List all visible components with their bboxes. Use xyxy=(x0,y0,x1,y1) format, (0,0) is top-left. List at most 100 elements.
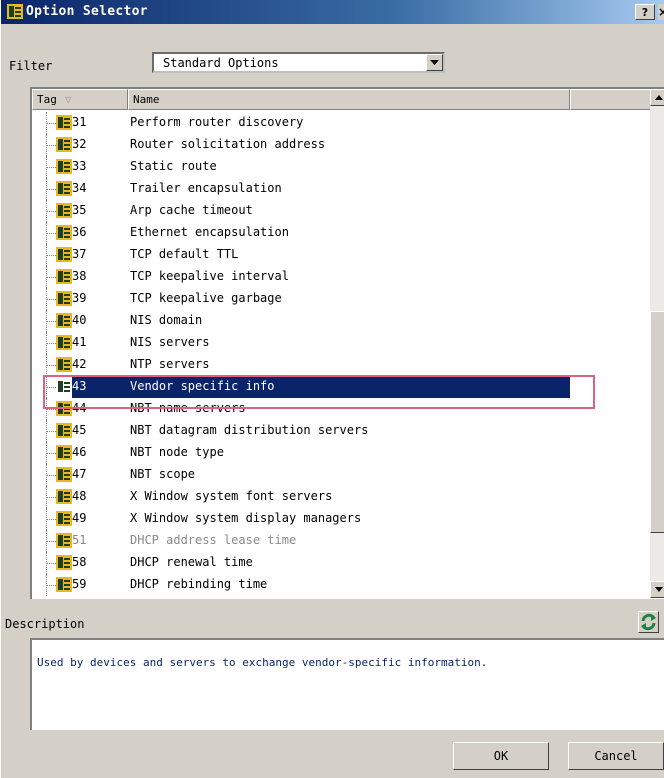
dropdown-arrow-button[interactable] xyxy=(426,54,443,71)
option-icon xyxy=(56,423,72,438)
row-tag: 41 xyxy=(72,335,87,349)
scroll-thumb[interactable] xyxy=(650,311,664,533)
row-tag: 34 xyxy=(72,181,87,195)
list-row[interactable]: 38 TCP keepalive interval xyxy=(32,266,652,288)
list-row[interactable]: 40 NIS domain xyxy=(32,310,652,332)
vertical-scrollbar[interactable] xyxy=(650,89,664,598)
list-row[interactable]: 35 Arp cache timeout xyxy=(32,200,652,222)
list-row[interactable]: 44 NBT name servers xyxy=(32,398,652,420)
list-row[interactable]: 43 Vendor specific info xyxy=(32,376,652,398)
row-name: NBT node type xyxy=(130,445,224,459)
window-title: Option Selector xyxy=(26,4,148,19)
list-row[interactable]: 32 Router solicitation address xyxy=(32,134,652,156)
column-header-tag[interactable]: Tag ▽ xyxy=(32,89,128,110)
row-tag: 35 xyxy=(72,203,87,217)
row-name: NIS servers xyxy=(130,335,210,349)
tree-line xyxy=(46,398,56,420)
row-tag: 45 xyxy=(72,423,87,437)
close-icon[interactable]: × xyxy=(658,4,664,20)
option-icon xyxy=(56,335,72,350)
row-name: Vendor specific info xyxy=(130,379,275,393)
option-icon xyxy=(56,533,72,548)
row-name: TCP keepalive garbage xyxy=(130,291,282,305)
list-row[interactable]: 36 Ethernet encapsulation xyxy=(32,222,652,244)
row-name: X Window system display managers xyxy=(130,511,362,525)
list-row[interactable]: 39 TCP keepalive garbage xyxy=(32,288,652,310)
option-icon xyxy=(56,181,72,196)
row-name: X Window system font servers xyxy=(130,489,333,503)
tree-line xyxy=(46,464,56,486)
row-name: DHCP rebinding time xyxy=(130,577,268,591)
tree-line xyxy=(46,244,56,266)
list-row[interactable]: 45 NBT datagram distribution servers xyxy=(32,420,652,442)
list-row[interactable]: 47 NBT scope xyxy=(32,464,652,486)
filter-value: Standard Options xyxy=(163,56,279,70)
list-row[interactable]: 46 NBT node type xyxy=(32,442,652,464)
help-button[interactable]: ? xyxy=(635,4,655,20)
ok-button[interactable]: OK xyxy=(453,742,549,770)
scroll-up-button[interactable] xyxy=(650,89,664,106)
list-row[interactable]: 31 Perform router discovery xyxy=(32,112,652,134)
option-icon xyxy=(7,4,23,19)
row-name: Static route xyxy=(130,159,217,173)
tree-line xyxy=(46,178,56,200)
tree-line xyxy=(46,530,56,552)
tree-line xyxy=(46,266,56,288)
row-name: DHCP renewal time xyxy=(130,555,253,569)
option-icon xyxy=(56,445,72,460)
option-icon xyxy=(56,269,72,284)
row-tag: 36 xyxy=(72,225,87,239)
column-header-name[interactable]: Name xyxy=(128,89,570,110)
row-tag: 42 xyxy=(72,357,87,371)
arrow-down-icon xyxy=(655,587,663,592)
list-row[interactable]: 48 X Window system font servers xyxy=(32,486,652,508)
option-icon xyxy=(56,489,72,504)
filter-select[interactable]: Standard Options xyxy=(152,52,445,73)
option-icon xyxy=(56,577,72,592)
scroll-down-button[interactable] xyxy=(650,581,664,598)
tree-line xyxy=(46,508,56,530)
row-tag: 39 xyxy=(72,291,87,305)
row-tag: 47 xyxy=(72,467,87,481)
list-row[interactable]: 42 NTP servers xyxy=(32,354,652,376)
column-header-tag-label: Tag xyxy=(37,93,57,106)
tree-line xyxy=(46,442,56,464)
row-tag: 43 xyxy=(72,379,87,393)
tree-line xyxy=(46,574,56,596)
row-name: Arp cache timeout xyxy=(130,203,253,217)
refresh-button[interactable] xyxy=(638,611,659,633)
list-row[interactable]: 37 TCP default TTL xyxy=(32,244,652,266)
list-row[interactable]: 33 Static route xyxy=(32,156,652,178)
row-name: NBT scope xyxy=(130,467,196,481)
tree-line xyxy=(46,486,56,508)
option-icon xyxy=(56,555,72,570)
option-icon xyxy=(56,225,72,240)
options-list[interactable]: Tag ▽ Name 31 Perform router discovery 32 Ro… xyxy=(30,87,664,599)
row-name: Router solicitation address xyxy=(130,137,326,151)
row-tag: 40 xyxy=(72,313,87,327)
row-name: TCP keepalive interval xyxy=(130,269,289,283)
option-icon xyxy=(56,247,72,262)
title-bar[interactable]: Option Selector ? × xyxy=(1,0,664,24)
list-row[interactable]: 51 DHCP address lease time xyxy=(32,530,652,552)
arrow-up-icon xyxy=(655,95,663,100)
ok-button-label: OK xyxy=(493,749,509,763)
refresh-icon xyxy=(641,613,656,631)
list-row[interactable]: 58 DHCP renewal time xyxy=(32,552,652,574)
chevron-down-icon xyxy=(430,60,439,65)
list-row[interactable]: 34 Trailer encapsulation xyxy=(32,178,652,200)
row-tag: 33 xyxy=(72,159,87,173)
option-icon xyxy=(56,203,72,218)
row-tag: 37 xyxy=(72,247,87,261)
tree-line xyxy=(46,134,56,156)
list-row[interactable]: 59 DHCP rebinding time xyxy=(32,574,652,596)
option-selector-window: Option Selector ? × Filter Standard Opti… xyxy=(0,0,664,778)
cancel-button-label: Cancel xyxy=(594,749,638,763)
list-row[interactable]: 49 X Window system display managers xyxy=(32,508,652,530)
option-icon xyxy=(56,313,72,328)
row-name: DHCP address lease time xyxy=(130,533,297,547)
cancel-button[interactable]: Cancel xyxy=(568,742,664,770)
option-icon xyxy=(56,159,72,174)
list-row[interactable]: 41 NIS servers xyxy=(32,332,652,354)
tree-line xyxy=(46,288,56,310)
